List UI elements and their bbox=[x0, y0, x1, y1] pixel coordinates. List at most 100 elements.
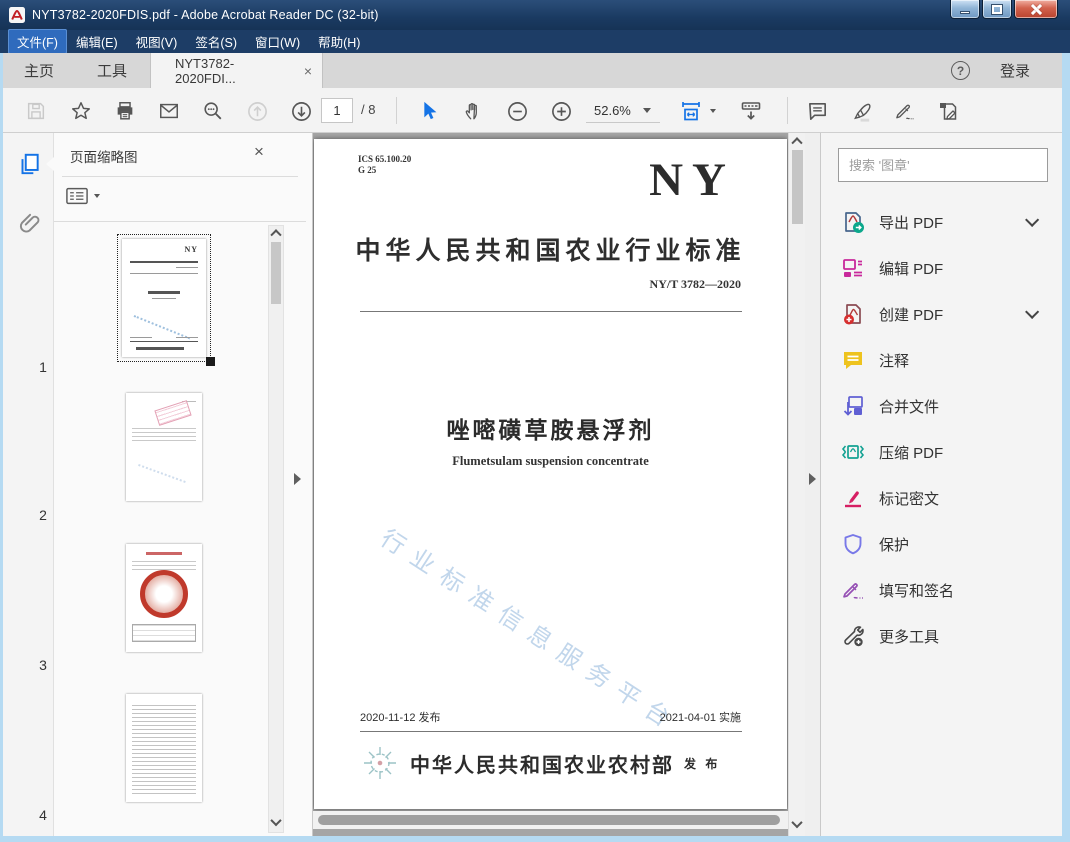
save-icon[interactable] bbox=[24, 99, 48, 123]
email-icon[interactable] bbox=[157, 99, 181, 123]
print-icon[interactable] bbox=[113, 99, 137, 123]
tab-document[interactable]: NYT3782-2020FDI... × bbox=[150, 53, 323, 88]
panel-collapse-handle[interactable] bbox=[294, 473, 301, 485]
fill-sign-toolbar-icon[interactable] bbox=[893, 99, 917, 123]
horizontal-scrollbar-thumb[interactable] bbox=[318, 815, 780, 825]
zoom-in-icon[interactable] bbox=[549, 99, 573, 123]
thumbnail-3-number: 3 bbox=[39, 657, 47, 673]
tool-create-pdf[interactable]: 创建 PDF bbox=[821, 291, 1063, 337]
chevron-down-icon bbox=[642, 107, 651, 113]
maximize-button[interactable] bbox=[982, 0, 1012, 19]
thumb1-line bbox=[130, 273, 198, 274]
menu-file[interactable]: 文件(F) bbox=[8, 29, 67, 54]
previous-page-icon[interactable] bbox=[245, 99, 269, 123]
thumb1-line bbox=[130, 261, 198, 263]
attachments-panel-icon[interactable] bbox=[16, 211, 42, 237]
zoom-out-icon[interactable] bbox=[505, 99, 529, 123]
page-number-input[interactable]: 1 bbox=[321, 98, 353, 123]
scroll-down-icon[interactable] bbox=[791, 816, 803, 832]
tools-search-input[interactable] bbox=[838, 148, 1048, 182]
thumb1-line bbox=[130, 337, 152, 338]
zoom-level-dropdown[interactable]: 52.6% bbox=[586, 98, 660, 123]
tool-export-pdf[interactable]: 导出 PDF bbox=[821, 199, 1063, 245]
highlighter-icon[interactable] bbox=[850, 99, 874, 123]
minimize-button[interactable] bbox=[950, 0, 980, 19]
help-icon[interactable]: ? bbox=[951, 61, 970, 80]
compress-pdf-icon bbox=[841, 445, 865, 459]
select-tool-icon[interactable] bbox=[416, 99, 440, 123]
thumb3-red-seal bbox=[140, 570, 188, 618]
left-navigation-strip bbox=[3, 133, 54, 836]
search-icon[interactable] bbox=[201, 99, 225, 123]
scroll-down-icon[interactable] bbox=[270, 814, 282, 830]
reading-mode-icon[interactable] bbox=[739, 99, 763, 123]
thumbnails-scrollbar[interactable] bbox=[268, 225, 284, 833]
selection-handle[interactable] bbox=[206, 357, 215, 366]
tool-label: 压缩 PDF bbox=[879, 444, 944, 462]
ics-code: ICS 65.100.20 G 25 bbox=[358, 154, 411, 176]
tool-combine-files[interactable]: 合并文件 bbox=[821, 383, 1063, 429]
menu-edit[interactable]: 编辑(E) bbox=[67, 29, 127, 54]
thumbnail-page-2[interactable] bbox=[126, 393, 202, 501]
tool-edit-pdf[interactable]: 编辑 PDF bbox=[821, 245, 1063, 291]
document-viewport[interactable]: ICS 65.100.20 G 25 NY 中华人民共和国农业行业标准 NY/T… bbox=[313, 133, 788, 836]
comment-icon[interactable] bbox=[805, 99, 829, 123]
thumbnail-page-3[interactable] bbox=[126, 544, 202, 652]
scrollbar-thumb[interactable] bbox=[271, 242, 281, 304]
thumb3-text bbox=[132, 560, 196, 570]
document-subtitle: Flumetsulam suspension concentrate bbox=[452, 454, 649, 468]
thumb2-watermark bbox=[138, 447, 192, 483]
scroll-up-icon[interactable] bbox=[270, 228, 282, 241]
tool-label: 合并文件 bbox=[879, 398, 940, 416]
create-pdf-icon bbox=[844, 304, 861, 325]
tool-more-tools[interactable]: 更多工具 bbox=[821, 613, 1063, 659]
page-thumbnails-panel-icon[interactable] bbox=[16, 151, 42, 177]
thumb3-table bbox=[132, 624, 196, 642]
menu-help[interactable]: 帮助(H) bbox=[309, 29, 369, 54]
menu-bar: 文件(F) 编辑(E) 视图(V) 签名(S) 窗口(W) 帮助(H) bbox=[0, 29, 1070, 54]
thumb4-text bbox=[132, 702, 196, 794]
right-panel-gutter bbox=[805, 133, 820, 836]
divider bbox=[54, 221, 306, 222]
close-button[interactable] bbox=[1014, 0, 1058, 19]
tool-protect[interactable]: 保护 bbox=[821, 521, 1063, 567]
thumb1-line bbox=[152, 298, 176, 299]
divider bbox=[62, 176, 298, 177]
panel-close-icon[interactable]: × bbox=[254, 142, 264, 162]
fit-width-icon[interactable] bbox=[679, 99, 703, 123]
next-page-icon[interactable] bbox=[289, 99, 313, 123]
toolbar-separator bbox=[787, 97, 788, 124]
tab-close-icon[interactable]: × bbox=[304, 64, 312, 78]
horizontal-scrollbar[interactable] bbox=[313, 811, 788, 829]
right-panel-collapse-handle[interactable] bbox=[809, 473, 816, 485]
scroll-up-icon[interactable] bbox=[791, 136, 803, 149]
fit-width-chevron-icon[interactable] bbox=[710, 109, 716, 113]
thumb1-line bbox=[176, 337, 198, 338]
tab-home[interactable]: 主页 bbox=[18, 53, 60, 88]
menu-window[interactable]: 窗口(W) bbox=[246, 29, 309, 54]
sign-in-button[interactable]: 登录 bbox=[1000, 53, 1030, 88]
thumb1-line bbox=[130, 341, 198, 342]
tab-tools[interactable]: 工具 bbox=[91, 53, 133, 88]
tool-fill-sign[interactable]: 填写和签名 bbox=[821, 567, 1063, 613]
thumb2-stamp bbox=[154, 400, 192, 426]
tool-comment[interactable]: 注释 bbox=[821, 337, 1063, 383]
thumbnail-options-button[interactable] bbox=[66, 187, 100, 205]
star-icon[interactable] bbox=[69, 99, 93, 123]
zoom-level-value: 52.6% bbox=[594, 102, 631, 118]
chevron-down-icon[interactable] bbox=[1025, 212, 1040, 227]
vertical-scrollbar[interactable] bbox=[788, 133, 805, 836]
export-pdf-icon bbox=[845, 212, 864, 233]
thumb1-line bbox=[176, 267, 198, 268]
thumbnail-page-4[interactable] bbox=[126, 694, 202, 802]
thumbnail-page-1[interactable]: NY bbox=[122, 239, 206, 357]
stamp-tool-icon[interactable] bbox=[936, 99, 960, 123]
ministry-emblem-icon bbox=[364, 747, 396, 779]
menu-view[interactable]: 视图(V) bbox=[127, 29, 187, 54]
menu-sign[interactable]: 签名(S) bbox=[186, 29, 246, 54]
vertical-scrollbar-thumb[interactable] bbox=[792, 150, 803, 224]
hand-tool-icon[interactable] bbox=[461, 99, 485, 123]
chevron-down-icon[interactable] bbox=[1025, 304, 1040, 319]
tool-compress-pdf[interactable]: 压缩 PDF bbox=[821, 429, 1063, 475]
tool-redact[interactable]: 标记密文 bbox=[821, 475, 1063, 521]
